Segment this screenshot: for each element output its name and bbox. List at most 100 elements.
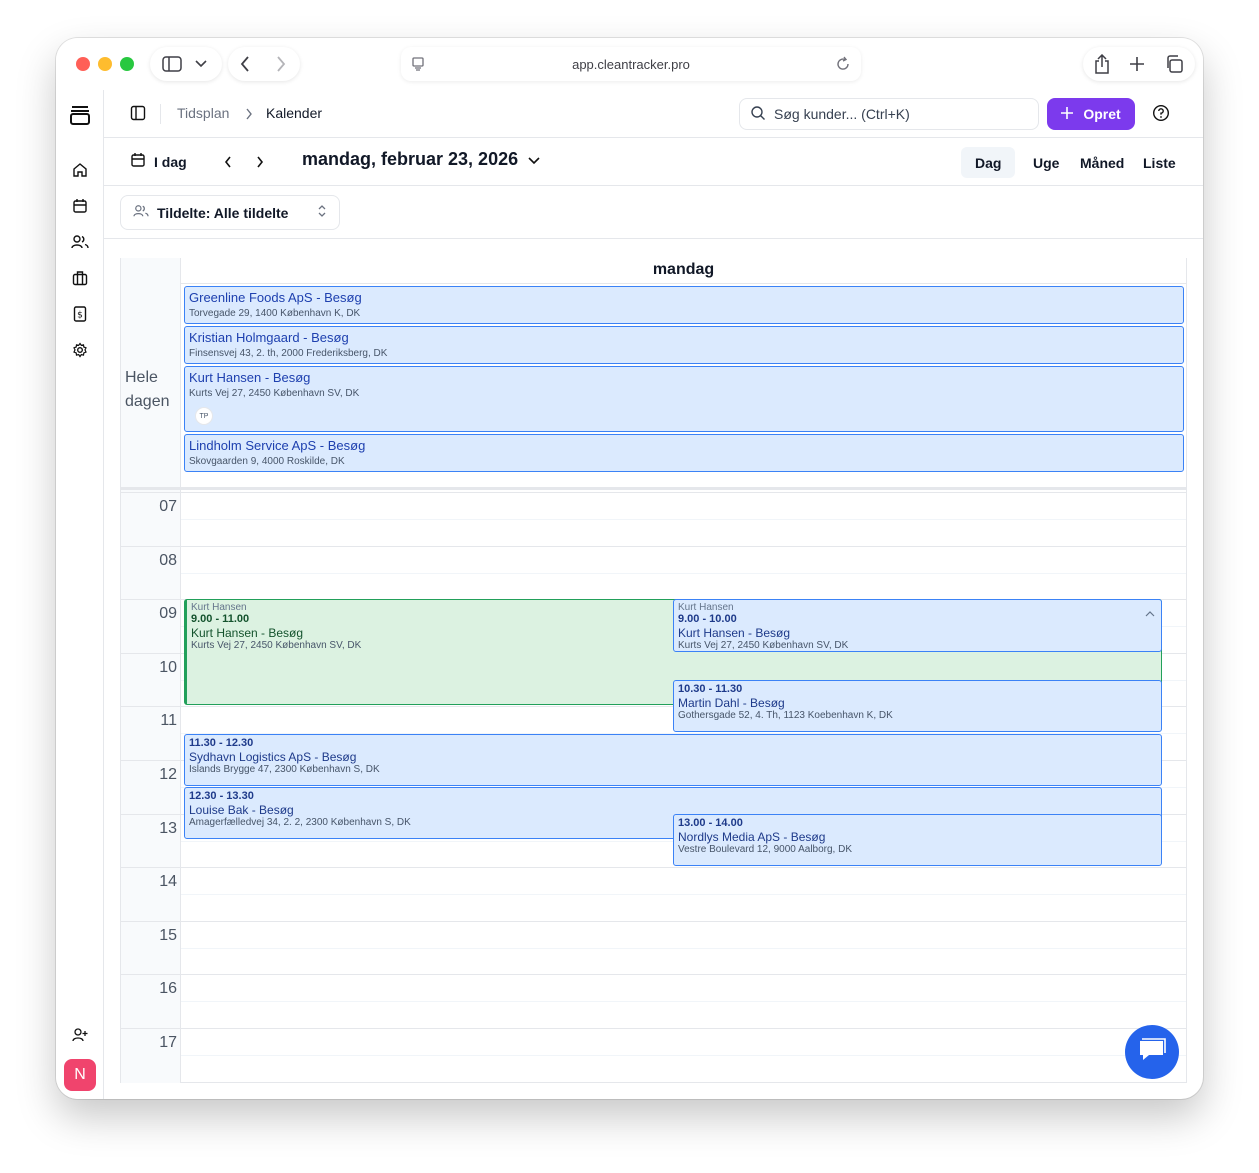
chevron-up-icon[interactable] bbox=[1145, 604, 1155, 622]
zoom-window-button[interactable] bbox=[120, 57, 134, 71]
event-time: 13.00 - 14.00 bbox=[678, 817, 743, 829]
help-icon[interactable] bbox=[1152, 104, 1172, 124]
hour-row[interactable]: 14 bbox=[121, 867, 1186, 921]
all-day-event[interactable]: Lindholm Service ApS - Besøg Skovgaarden… bbox=[184, 434, 1184, 472]
all-day-section: Hele dagen Greenline Foods ApS - Besøg T… bbox=[121, 258, 1186, 490]
hour-label: 14 bbox=[159, 873, 177, 890]
search-icon bbox=[750, 105, 766, 124]
home-icon[interactable] bbox=[70, 160, 90, 180]
hour-label: 08 bbox=[159, 552, 177, 569]
event-address: Islands Brygge 47, 2300 København S, DK bbox=[189, 764, 380, 775]
assignee-filter-label: Tildelte: Alle tildelte bbox=[157, 204, 289, 221]
forward-icon[interactable] bbox=[270, 54, 292, 74]
search-placeholder: Søg kunder... (Ctrl+K) bbox=[774, 106, 910, 122]
event-address: Gothersgade 52, 4. Th, 1123 Koebenhavn K… bbox=[678, 710, 893, 721]
calendar-event[interactable]: 13.00 - 14.00 Nordlys Media ApS - Besøg … bbox=[673, 814, 1162, 866]
event-title: Kristian Holmgaard - Besøg bbox=[189, 330, 349, 345]
panel-toggle-icon[interactable] bbox=[130, 105, 146, 126]
next-day-button[interactable] bbox=[250, 152, 270, 172]
top-bar: Tidsplan Kalender Søg kunder... (Ctrl+K)… bbox=[104, 90, 1203, 138]
breadcrumb-kalender: Kalender bbox=[266, 105, 323, 121]
share-icon[interactable] bbox=[1092, 53, 1112, 75]
event-title: Martin Dahl - Besøg bbox=[678, 696, 785, 710]
calendar-icon[interactable] bbox=[70, 196, 90, 216]
view-month-tab[interactable]: Måned bbox=[1066, 147, 1138, 178]
assignee-filter-select[interactable]: Tildelte: Alle tildelte bbox=[120, 195, 340, 230]
all-day-label: Hele dagen bbox=[125, 369, 170, 410]
event-title: Greenline Foods ApS - Besøg bbox=[189, 290, 362, 305]
hour-label: 16 bbox=[159, 980, 177, 997]
hour-row[interactable]: 07 bbox=[121, 492, 1186, 546]
hour-row[interactable]: 08 bbox=[121, 546, 1186, 600]
address-bar[interactable]: app.cleantracker.pro bbox=[401, 47, 861, 81]
day-calendar: mandag Hele dagen Greenline Foods ApS - … bbox=[120, 258, 1187, 1083]
event-address: Torvegade 29, 1400 København K, DK bbox=[189, 308, 361, 319]
date-picker-button[interactable]: mandag, februar 23, 2026 bbox=[302, 149, 540, 170]
svg-text:$: $ bbox=[77, 311, 83, 321]
hour-label: 17 bbox=[159, 1034, 177, 1051]
browser-window: app.cleantracker.pro $ N Tidsplan Kalend… bbox=[56, 38, 1203, 1099]
app-sidebar: $ N bbox=[56, 90, 104, 1099]
users-icon[interactable] bbox=[70, 232, 90, 252]
chevron-down-icon[interactable] bbox=[191, 54, 211, 74]
settings-icon[interactable] bbox=[70, 340, 90, 360]
event-address: Vestre Boulevard 12, 9000 Aalborg, DK bbox=[678, 844, 853, 855]
event-title: Kurt Hansen - Besøg bbox=[678, 626, 791, 640]
calendar-toolbar: I dag mandag, februar 23, 2026 Dag Uge M… bbox=[104, 138, 1203, 186]
users-icon bbox=[133, 204, 149, 221]
breadcrumb-tidsplan[interactable]: Tidsplan bbox=[177, 105, 229, 121]
add-user-icon[interactable] bbox=[70, 1025, 90, 1045]
hour-label: 13 bbox=[159, 820, 177, 837]
reload-icon[interactable] bbox=[835, 56, 851, 75]
hour-row[interactable]: 16 bbox=[121, 974, 1186, 1028]
event-time: 9.00 - 10.00 bbox=[678, 613, 737, 625]
create-button[interactable]: Opret bbox=[1047, 98, 1135, 130]
hour-label: 12 bbox=[159, 766, 177, 783]
hour-label: 07 bbox=[159, 498, 177, 515]
filter-row: Tildelte: Alle tildelte bbox=[104, 186, 1203, 239]
all-day-event[interactable]: Kurt Hansen - Besøg Kurts Vej 27, 2450 K… bbox=[184, 366, 1184, 432]
url-text: app.cleantracker.pro bbox=[572, 56, 690, 72]
view-day-tab[interactable]: Dag bbox=[961, 147, 1016, 178]
event-address: Kurts Vej 27, 2450 København SV, DK bbox=[678, 640, 849, 651]
hour-row[interactable]: 17 bbox=[121, 1028, 1186, 1082]
chat-button[interactable] bbox=[1125, 1025, 1179, 1079]
briefcase-icon[interactable] bbox=[70, 268, 90, 288]
plus-icon bbox=[1061, 106, 1074, 122]
avatar[interactable]: N bbox=[64, 1059, 96, 1091]
chevron-right-icon bbox=[245, 107, 253, 125]
hour-label: 09 bbox=[159, 605, 177, 622]
minimize-window-button[interactable] bbox=[98, 57, 112, 71]
hour-label: 11 bbox=[160, 712, 177, 729]
all-day-event[interactable]: Kristian Holmgaard - Besøg Finsensvej 43… bbox=[184, 326, 1184, 364]
calendar-event[interactable]: Kurt Hansen 9.00 - 10.00 Kurt Hansen - B… bbox=[673, 599, 1162, 652]
chevron-down-icon bbox=[528, 149, 540, 170]
calendar-event[interactable]: 10.30 - 11.30 Martin Dahl - Besøg Gother… bbox=[673, 680, 1162, 732]
all-day-event[interactable]: Greenline Foods ApS - Besøg Torvegade 29… bbox=[184, 286, 1184, 324]
view-list-tab[interactable]: Liste bbox=[1129, 147, 1190, 178]
event-title: Kurt Hansen - Besøg bbox=[189, 370, 311, 385]
divider bbox=[160, 104, 161, 124]
event-time: 10.30 - 11.30 bbox=[678, 683, 743, 695]
back-icon[interactable] bbox=[234, 54, 256, 74]
event-title: Sydhavn Logistics ApS - Besøg bbox=[189, 750, 357, 764]
today-button[interactable]: I dag bbox=[130, 152, 187, 171]
create-label: Opret bbox=[1083, 106, 1121, 122]
calendar-icon bbox=[130, 152, 146, 171]
assignee-badge: TP bbox=[195, 407, 213, 425]
logo-icon[interactable] bbox=[69, 104, 91, 126]
event-title: Nordlys Media ApS - Besøg bbox=[678, 830, 826, 844]
event-title: Lindholm Service ApS - Besøg bbox=[189, 438, 366, 453]
invoice-icon[interactable]: $ bbox=[70, 304, 90, 324]
close-window-button[interactable] bbox=[76, 57, 90, 71]
search-input[interactable]: Søg kunder... (Ctrl+K) bbox=[739, 98, 1039, 130]
event-address: Finsensvej 43, 2. th, 2000 Frederiksberg… bbox=[189, 348, 388, 359]
new-tab-icon[interactable] bbox=[1127, 54, 1147, 74]
calendar-event[interactable]: 11.30 - 12.30 Sydhavn Logistics ApS - Be… bbox=[184, 734, 1162, 786]
page-settings-icon[interactable] bbox=[411, 56, 425, 75]
prev-day-button[interactable] bbox=[218, 152, 238, 172]
browser-sidebar-icon[interactable] bbox=[160, 54, 184, 74]
tabs-overview-icon[interactable] bbox=[1163, 54, 1185, 74]
event-address: Skovgaarden 9, 4000 Roskilde, DK bbox=[189, 456, 345, 467]
hour-row[interactable]: 15 bbox=[121, 921, 1186, 975]
